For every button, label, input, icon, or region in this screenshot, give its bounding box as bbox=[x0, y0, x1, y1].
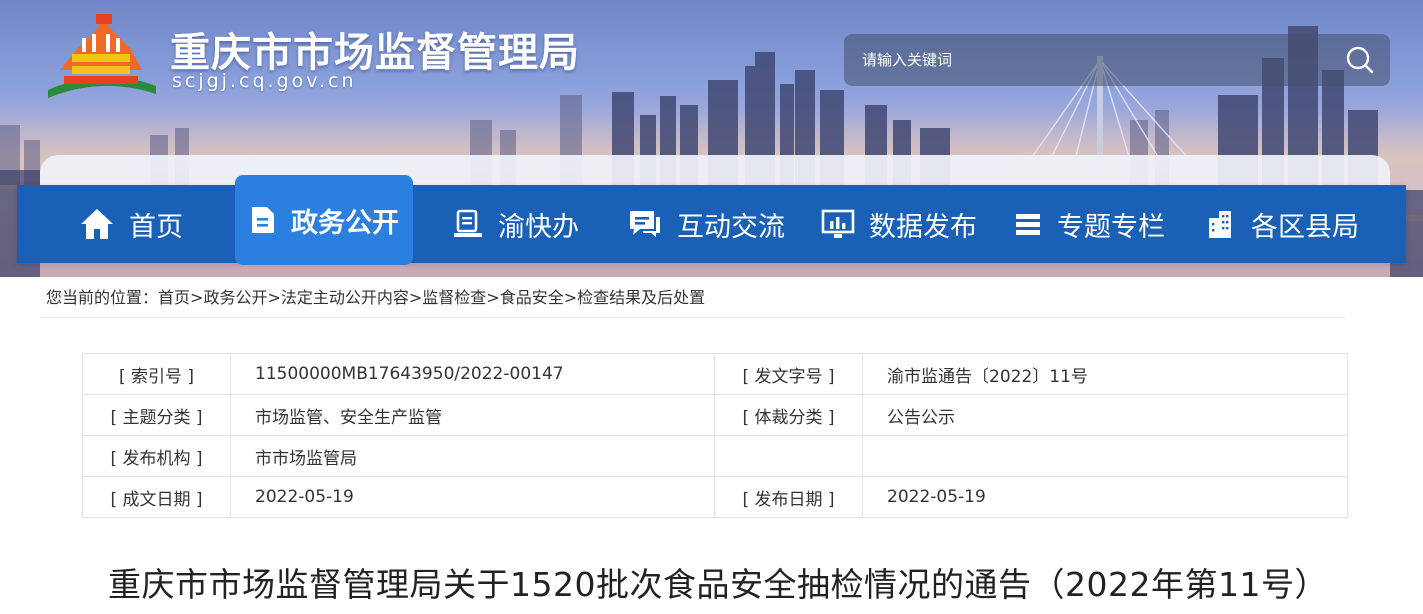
breadcrumb-separator: > bbox=[486, 288, 500, 307]
empty-cell bbox=[862, 435, 1348, 477]
home-icon bbox=[81, 209, 113, 239]
breadcrumb-separator: > bbox=[190, 288, 204, 307]
search-box bbox=[844, 34, 1390, 86]
doc-no-label: [ 发文字号 ] bbox=[714, 353, 863, 395]
chart-monitor-icon bbox=[821, 209, 855, 238]
breadcrumb-separator: > bbox=[267, 288, 281, 307]
nav-label: 数据发布 bbox=[869, 211, 977, 243]
nav-label: 专题专栏 bbox=[1057, 211, 1165, 243]
table-row: [ 主题分类 ] 市场监管、安全生产监管 [ 体裁分类 ] 公告公示 bbox=[82, 394, 1348, 436]
nav-item-districts[interactable]: 各区县局 bbox=[1205, 185, 1359, 263]
index-label: [ 索引号 ] bbox=[82, 353, 231, 395]
breadcrumb-separator: > bbox=[563, 288, 578, 307]
nav-item-home[interactable]: 首页 bbox=[79, 185, 183, 263]
breadcrumb-item-food-safety[interactable]: 食品安全 bbox=[500, 288, 564, 307]
search-button[interactable] bbox=[1330, 34, 1390, 86]
topic-label: [ 主题分类 ] bbox=[82, 394, 231, 436]
buildings-icon bbox=[1209, 211, 1231, 238]
nav-item-data-release[interactable]: 数据发布 bbox=[821, 185, 977, 263]
nav-label: 各区县局 bbox=[1251, 211, 1359, 243]
table-row: [ 发布机构 ] 市市场监管局 bbox=[82, 435, 1348, 477]
document-icon bbox=[252, 207, 274, 233]
published-date-label: [ 发布日期 ] bbox=[714, 476, 863, 518]
nav-label: 首页 bbox=[129, 211, 183, 243]
search-icon bbox=[1346, 46, 1374, 74]
main-nav: 首页 政务公开 渝快办 互动交流 数据发布 专题专栏 各区县局 bbox=[17, 175, 1406, 265]
topic-value: 市场监管、安全生产监管 bbox=[230, 394, 715, 436]
breadcrumb-item-government-affairs[interactable]: 政务公开 bbox=[203, 288, 267, 307]
index-value: 11500000MB17643950/2022-00147 bbox=[230, 353, 715, 395]
nav-label: 渝快办 bbox=[498, 211, 579, 243]
stack-icon bbox=[1016, 214, 1040, 235]
site-domain: scjgj.cq.gov.cn bbox=[172, 70, 357, 92]
nav-item-special-column[interactable]: 专题专栏 bbox=[1013, 185, 1165, 263]
breadcrumb-item-statutory-disclosure[interactable]: 法定主动公开内容 bbox=[281, 288, 409, 307]
nav-label: 互动交流 bbox=[677, 211, 785, 243]
table-row: [ 索引号 ] 11500000MB17643950/2022-00147 [ … bbox=[82, 353, 1348, 395]
document-meta-table: [ 索引号 ] 11500000MB17643950/2022-00147 [ … bbox=[82, 353, 1348, 518]
nav-item-yukuaiban[interactable]: 渝快办 bbox=[452, 185, 579, 263]
breadcrumb-prefix: 您当前的位置： bbox=[46, 288, 159, 307]
written-date-label: [ 成文日期 ] bbox=[82, 476, 231, 518]
issuer-label: [ 发布机构 ] bbox=[82, 435, 231, 477]
nav-label: 政务公开 bbox=[291, 207, 399, 239]
doc-no-value: 渝市监通告〔2022〕11号 bbox=[862, 353, 1348, 395]
nav-item-government-affairs[interactable]: 政务公开 bbox=[235, 175, 413, 265]
desk-icon bbox=[454, 209, 482, 237]
written-date-value: 2022-05-19 bbox=[230, 476, 715, 518]
breadcrumb: 您当前的位置：首页>政务公开>法定主动公开内容>监督检查>食品安全>检查结果及后… bbox=[40, 284, 1345, 318]
breadcrumb-item-supervision[interactable]: 监督检查 bbox=[422, 288, 486, 307]
search-input[interactable] bbox=[844, 34, 1330, 86]
published-date-value: 2022-05-19 bbox=[862, 476, 1348, 518]
chat-icon bbox=[630, 211, 660, 237]
nav-item-interaction[interactable]: 互动交流 bbox=[627, 185, 785, 263]
genre-label: [ 体裁分类 ] bbox=[714, 394, 863, 436]
table-row: [ 成文日期 ] 2022-05-19 [ 发布日期 ] 2022-05-19 bbox=[82, 476, 1348, 518]
breadcrumb-item-home[interactable]: 首页 bbox=[158, 288, 190, 307]
bureau-logo bbox=[48, 14, 156, 98]
issuer-value: 市市场监管局 bbox=[230, 435, 715, 477]
breadcrumb-item-results[interactable]: 检查结果及后处置 bbox=[577, 288, 705, 307]
empty-cell bbox=[714, 435, 863, 477]
breadcrumb-separator: > bbox=[408, 288, 423, 307]
genre-value: 公告公示 bbox=[862, 394, 1348, 436]
article-title: 重庆市市场监督管理局关于1520批次食品安全抽检情况的通告（2022年第11号） bbox=[108, 565, 1328, 604]
